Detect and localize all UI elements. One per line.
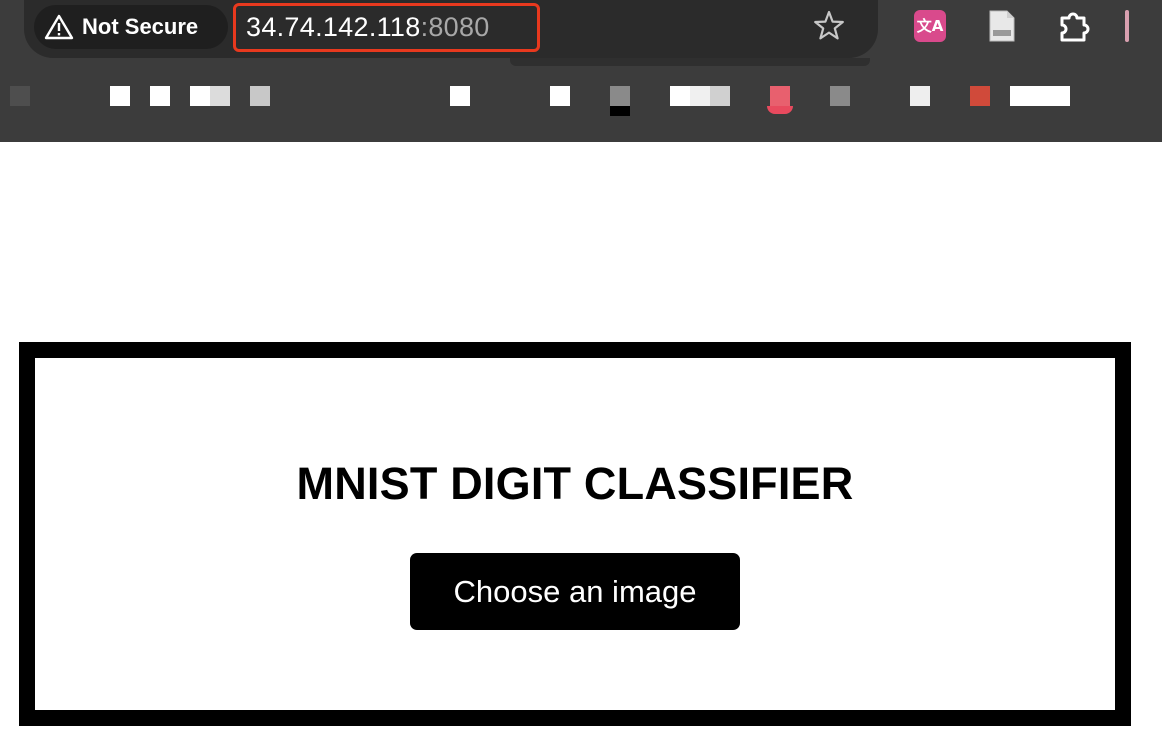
bookmark-item[interactable] [910,86,930,106]
browser-chrome: Not Secure 34.74.142.118:8080 文A [0,0,1162,142]
bookmark-item[interactable] [710,86,730,106]
bookmark-item [767,106,793,114]
translate-icon[interactable]: 文A [914,10,946,42]
bookmark-item[interactable] [250,86,270,106]
bookmark-item[interactable] [210,86,230,106]
document-icon[interactable] [987,10,1017,42]
bookmark-item[interactable] [610,86,630,106]
choose-image-button[interactable]: Choose an image [410,553,740,630]
page-title: MNIST DIGIT CLASSIFIER [296,458,854,509]
url-port: :8080 [420,12,490,42]
url-host: 34.74.142.118 [246,12,421,42]
bookmark-item[interactable] [690,86,710,106]
warning-icon [44,14,74,40]
bookmark-item[interactable] [10,86,30,106]
bookmark-item[interactable] [770,86,790,106]
address-bar-shadow [510,58,870,66]
bookmark-item[interactable] [970,86,990,106]
security-label: Not Secure [82,14,199,39]
bookmark-item [610,106,630,116]
security-indicator[interactable]: Not Secure [34,5,228,49]
classifier-card: MNIST DIGIT CLASSIFIER Choose an image [19,342,1131,726]
bookmark-item[interactable] [190,86,210,106]
bookmark-item[interactable] [110,86,130,106]
bookmark-item[interactable] [450,86,470,106]
bookmark-item[interactable] [830,86,850,106]
bookmark-item[interactable] [670,86,690,106]
bookmark-item[interactable] [550,86,570,106]
bookmark-item[interactable] [150,86,170,106]
url-field[interactable]: 34.74.142.118:8080 [233,3,540,52]
star-icon[interactable] [812,9,846,43]
bookmark-item[interactable] [1010,86,1070,106]
profile-indicator [1125,10,1129,42]
extension-icon[interactable] [1056,8,1094,44]
